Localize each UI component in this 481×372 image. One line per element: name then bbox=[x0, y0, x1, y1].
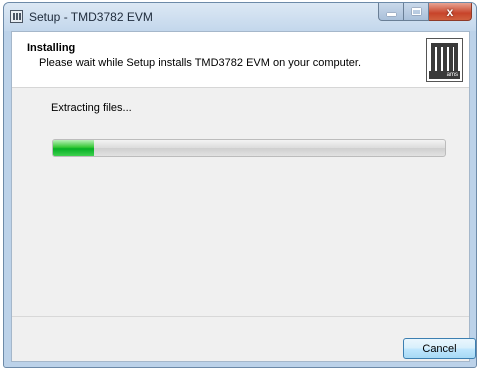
close-button[interactable]: x bbox=[429, 3, 472, 21]
cancel-button[interactable]: Cancel bbox=[403, 338, 476, 359]
footer-divider bbox=[12, 316, 469, 317]
title-bar[interactable]: Setup - TMD3782 EVM x bbox=[4, 3, 476, 31]
logo-mark bbox=[431, 43, 458, 71]
wizard-header: Installing Please wait while Setup insta… bbox=[12, 32, 469, 88]
ams-logo-icon: ams bbox=[426, 38, 463, 82]
install-progress-bar bbox=[52, 139, 446, 157]
window-controls: x bbox=[378, 3, 472, 22]
setup-window: Setup - TMD3782 EVM x Installing Please … bbox=[3, 2, 477, 368]
installer-app-icon[interactable] bbox=[10, 10, 23, 23]
status-text: Extracting files... bbox=[51, 102, 132, 114]
logo-wordmark: ams bbox=[429, 71, 460, 79]
window-title: Setup - TMD3782 EVM bbox=[29, 10, 153, 24]
minimize-icon bbox=[386, 13, 396, 16]
maximize-button[interactable] bbox=[404, 3, 429, 21]
page-title: Installing bbox=[27, 42, 76, 54]
page-subtitle: Please wait while Setup installs TMD3782… bbox=[39, 57, 362, 69]
minimize-button[interactable] bbox=[378, 3, 404, 21]
progress-fill bbox=[53, 140, 95, 156]
maximize-icon bbox=[411, 8, 421, 15]
wizard-client-area: Installing Please wait while Setup insta… bbox=[11, 31, 476, 362]
close-icon: x bbox=[446, 4, 454, 19]
